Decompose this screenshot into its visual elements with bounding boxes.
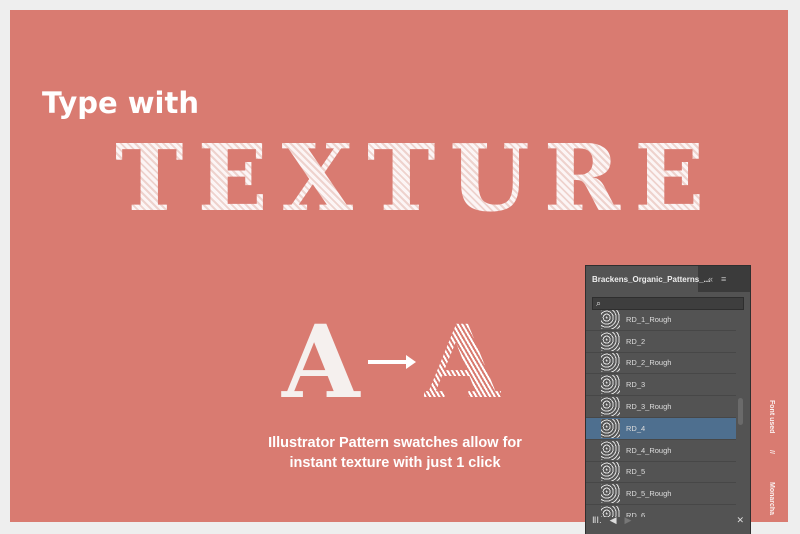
swatch-thumbnail — [601, 309, 620, 329]
before-after-demo: A A — [282, 312, 501, 412]
collapse-icon[interactable]: « — [708, 274, 713, 284]
prev-icon[interactable]: ◀ — [610, 515, 617, 526]
swatch-label: RD_2 — [626, 336, 646, 346]
scrollbar[interactable] — [738, 316, 744, 512]
swatch-item[interactable]: RD_1_Rough — [586, 309, 736, 331]
swatch-thumbnail — [601, 484, 620, 504]
swatch-item[interactable]: RD_4 — [586, 417, 736, 440]
swatch-item[interactable]: RD_5 — [586, 462, 736, 484]
swatch-item[interactable]: RD_5_Rough — [586, 483, 736, 506]
caption: Illustrator Pattern swatches allow for i… — [250, 433, 540, 473]
font-credit: Font used // Monarcha — [768, 400, 782, 518]
swatch-thumbnail — [601, 331, 620, 351]
caption-line-2: instant texture with just 1 click — [289, 455, 501, 471]
swatch-thumbnail — [601, 440, 620, 460]
swatch-label: RD_3_Rough — [626, 402, 672, 412]
swatch-thumbnail — [601, 462, 620, 482]
plain-letter: A — [282, 303, 360, 421]
swatch-label: RD_5 — [626, 467, 646, 477]
font-name: Monarcha — [768, 482, 775, 516]
swatch-label: RD_1_Rough — [626, 314, 672, 324]
swatch-item[interactable]: RD_2 — [586, 331, 736, 353]
swatch-label: RD_4 — [626, 423, 646, 433]
scroll-thumb[interactable] — [738, 398, 743, 425]
swatch-thumbnail — [601, 418, 620, 438]
swatch-thumbnail — [601, 397, 620, 417]
swatch-thumbnail — [601, 375, 620, 395]
panel-tab[interactable]: Brackens_Organic_Patterns_... — [586, 266, 710, 292]
swatch-item[interactable]: RD_3 — [586, 374, 736, 397]
swatch-item[interactable]: RD_3_Rough — [586, 396, 736, 418]
swatch-label: RD_4_Rough — [626, 445, 672, 455]
arrow-right-icon — [367, 355, 416, 369]
search-icon: ⌕ — [596, 298, 602, 308]
texture-word: TEXTURE — [115, 124, 719, 232]
headline: Type with — [42, 86, 200, 120]
next-icon[interactable]: ▶ — [625, 515, 632, 526]
patterned-letter: A — [423, 303, 502, 421]
separator: // — [768, 450, 775, 454]
tools-icon[interactable]: ✕ — [736, 515, 744, 526]
font-label: Font used — [768, 400, 775, 434]
swatch-thumbnail — [601, 353, 620, 373]
library-icon[interactable]: ⅡⅠ. — [592, 515, 602, 526]
swatch-item[interactable]: RD_4_Rough — [586, 440, 736, 462]
swatch-label: RD_5_Rough — [626, 489, 672, 499]
caption-line-1: Illustrator Pattern swatches allow for — [268, 435, 522, 451]
swatch-item[interactable]: RD_2_Rough — [586, 353, 736, 375]
swatch-label: RD_2_Rough — [626, 358, 672, 368]
swatch-label: RD_3 — [626, 380, 646, 390]
swatch-list: RD_1_Rough RD_2 RD_2_Rough RD_3 RD_3_Rough RD… — [586, 309, 736, 517]
swatches-panel: Brackens_Organic_Patterns_... « ≡ ⌕ RD_1… — [585, 265, 751, 534]
menu-icon[interactable]: ≡ — [721, 274, 726, 284]
